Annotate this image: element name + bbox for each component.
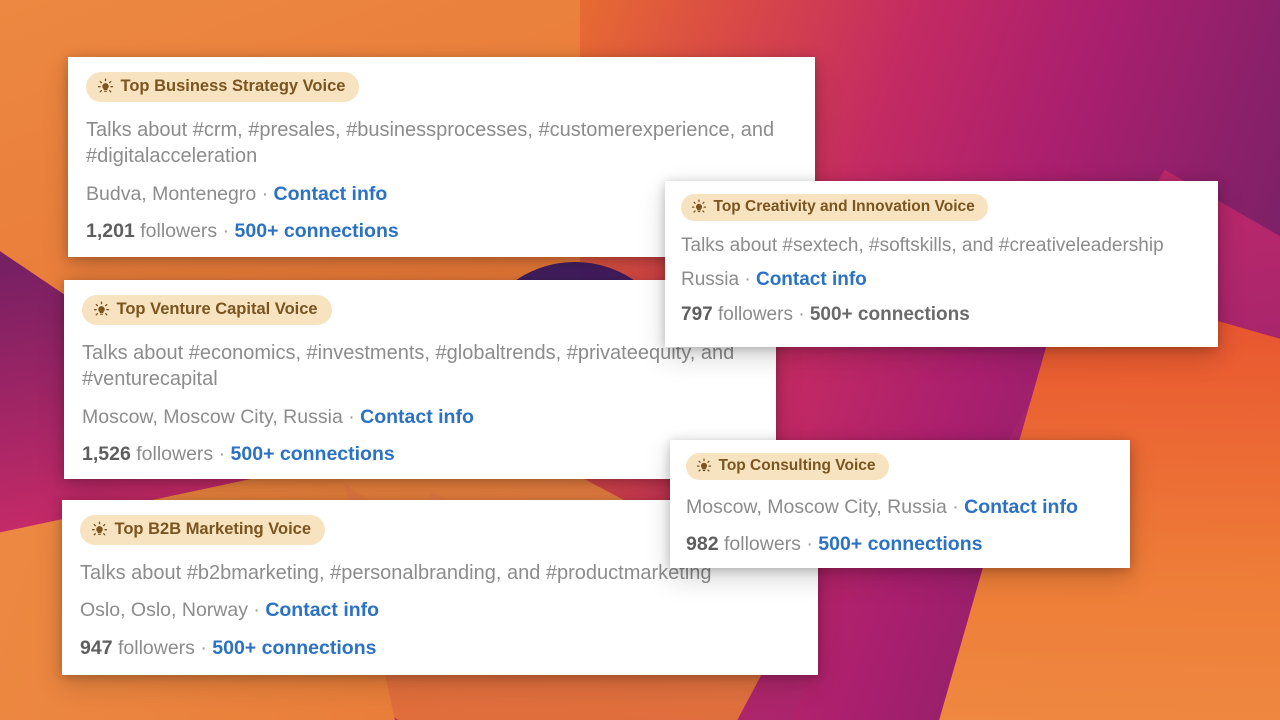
followers-count: 982 (686, 533, 719, 555)
separator-dot: · (261, 182, 269, 205)
followers-label: followers (136, 442, 214, 465)
location-text: Budva, Montenegro (86, 182, 257, 205)
followers-count: 1,201 (86, 219, 135, 242)
screenshot-stage: Top Business Strategy Voice Talks about … (0, 0, 1280, 720)
location-text: Russia (681, 269, 740, 290)
connections-link[interactable]: 500+ connections (231, 443, 395, 465)
lightbulb-idea-icon (696, 458, 712, 474)
followers-row: 982 followers · 500+ connections (686, 533, 1114, 556)
separator-dot: · (806, 533, 813, 555)
connections-link[interactable]: 500+ connections (818, 533, 982, 555)
talks-about-text: Talks about #crm, #presales, #businesspr… (86, 119, 775, 168)
location-row: Moscow, Moscow City, Russia · Contact in… (82, 406, 758, 429)
lightbulb-idea-icon (91, 521, 108, 538)
voice-badge-label: Top Venture Capital Voice (116, 300, 318, 318)
contact-info-link[interactable]: Contact info (964, 496, 1078, 518)
separator-dot: · (952, 496, 959, 518)
followers-count: 1,526 (82, 442, 131, 465)
followers-label: followers (723, 533, 801, 555)
voice-badge-business-strategy: Top Business Strategy Voice (86, 72, 360, 102)
separator-dot: · (348, 405, 355, 428)
voice-badge-label: Top Creativity and Innovation Voice (713, 198, 975, 215)
followers-row: 947 followers · 500+ connections (80, 637, 800, 660)
contact-info-link[interactable]: Contact info (360, 406, 474, 428)
location-text: Moscow, Moscow City, Russia (82, 405, 343, 428)
followers-count: 797 (681, 304, 713, 325)
connections-link[interactable]: 500+ connections (235, 220, 399, 242)
contact-info-link[interactable]: Contact info (274, 183, 388, 205)
separator-dot: · (200, 637, 207, 659)
talks-about-text: Talks about #sextech, #softskills, and #… (681, 235, 1164, 256)
followers-count: 947 (80, 637, 113, 659)
location-row: Moscow, Moscow City, Russia · Contact in… (686, 496, 1114, 519)
separator-dot: · (798, 304, 805, 325)
lightbulb-idea-icon (97, 78, 114, 95)
location-text: Oslo, Oslo, Norway (80, 599, 248, 621)
voice-badge-label: Top B2B Marketing Voice (114, 520, 312, 538)
voice-badge-label: Top Business Strategy Voice (120, 77, 346, 95)
profile-card-creativity-innovation: Top Creativity and Innovation Voice Talk… (665, 181, 1218, 347)
contact-info-link[interactable]: Contact info (265, 599, 379, 621)
voice-badge-consulting: Top Consulting Voice (686, 453, 889, 480)
separator-dot: · (218, 442, 226, 465)
separator-dot: · (253, 599, 260, 621)
separator-dot: · (744, 269, 751, 290)
location-row: Russia · Contact info (681, 269, 1202, 291)
location-row: Oslo, Oslo, Norway · Contact info (80, 599, 800, 622)
voice-badge-creativity-innovation: Top Creativity and Innovation Voice (681, 194, 988, 221)
talks-about-text: Talks about #economics, #investments, #g… (82, 342, 735, 391)
contact-info-link[interactable]: Contact info (756, 269, 867, 290)
profile-card-consulting: Top Consulting Voice Moscow, Moscow City… (670, 440, 1130, 568)
followers-row: 797 followers · 500+ connections (681, 304, 1202, 326)
separator-dot: · (222, 219, 230, 242)
followers-label: followers (140, 219, 218, 242)
connections-link[interactable]: 500+ connections (212, 637, 376, 659)
followers-label: followers (717, 304, 793, 325)
lightbulb-idea-icon (691, 199, 707, 215)
followers-row: 1,526 followers · 500+ connections (82, 443, 758, 466)
voice-badge-b2b-marketing: Top B2B Marketing Voice (80, 515, 326, 545)
voice-badge-label: Top Consulting Voice (718, 457, 876, 474)
connections-text[interactable]: 500+ connections (810, 304, 970, 325)
followers-label: followers (117, 637, 195, 659)
location-text: Moscow, Moscow City, Russia (686, 496, 947, 518)
voice-badge-venture-capital: Top Venture Capital Voice (82, 295, 332, 325)
lightbulb-idea-icon (93, 301, 110, 318)
